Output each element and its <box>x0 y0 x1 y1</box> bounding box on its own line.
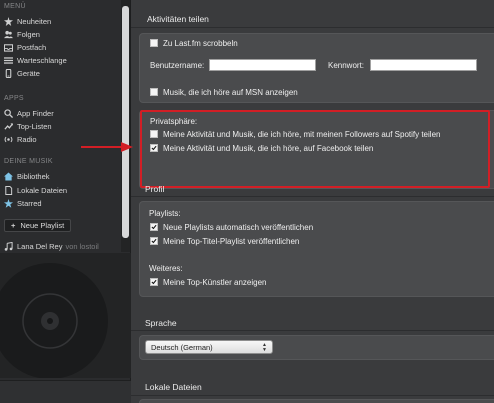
top-lists-icon <box>4 122 13 131</box>
local-files-heading: Lokale Dateien <box>145 382 202 392</box>
sidebar-item-starred[interactable]: Starred <box>4 197 118 209</box>
sidebar-item-label: Postfach <box>17 42 47 52</box>
inbox-icon <box>4 43 13 52</box>
sidebar-bottom-strip <box>0 380 131 403</box>
local-files-panel <box>139 399 494 403</box>
share-facebook-row[interactable]: Meine Aktivität und Musik, die ich höre,… <box>150 143 373 153</box>
now-playing-artist: Lana Del Rey <box>17 241 63 251</box>
new-playlist-label: Neue Playlist <box>20 221 65 230</box>
checkmark-icon <box>151 279 157 285</box>
auto-publish-row[interactable]: Neue Playlists automatisch veröffentlich… <box>150 222 313 232</box>
divider <box>131 395 494 396</box>
sidebar-item-label: App Finder <box>17 108 54 118</box>
lastfm-label: Zu Last.fm scrobbeln <box>163 38 238 48</box>
sidebar-scrollbar-thumb[interactable] <box>122 6 129 238</box>
checkmark-icon <box>151 224 157 230</box>
share-facebook-label: Meine Aktivität und Musik, die ich höre,… <box>163 143 374 153</box>
msn-label: Musik, die ich höre auf MSN anzeigen <box>163 87 298 97</box>
sidebar-item-label: Neuheiten <box>17 16 52 26</box>
share-facebook-checkbox[interactable] <box>150 144 158 152</box>
music-note-icon <box>4 241 13 251</box>
top-artists-checkbox[interactable] <box>150 278 158 286</box>
profile-heading: Profil <box>145 184 165 194</box>
privacy-heading: Privatsphäre: <box>150 117 198 126</box>
vinyl-disc-icon <box>0 263 108 378</box>
sidebar-nav: MENÜ Neuheiten Folgen Postfach Warteschl… <box>0 0 120 252</box>
plus-icon: + <box>11 221 16 230</box>
sidebar-item-lokale-dateien[interactable]: Lokale Dateien <box>4 184 118 196</box>
lastfm-checkbox[interactable] <box>150 39 158 47</box>
sidebar-item-neuheiten[interactable]: Neuheiten <box>4 15 118 27</box>
share-spotify-row[interactable]: Meine Aktivität und Musik, die ich höre,… <box>150 129 440 139</box>
section-heading-menu: MENÜ <box>4 3 26 10</box>
sidebar-item-label: Lokale Dateien <box>17 185 68 195</box>
sidebar-item-geraete[interactable]: Geräte <box>4 67 118 79</box>
sidebar-item-label: Warteschlange <box>17 55 67 65</box>
sidebar-item-label: Geräte <box>17 68 40 78</box>
language-selected-value: Deutsch (German) <box>151 342 213 352</box>
sidebar-item-postfach[interactable]: Postfach <box>4 41 118 53</box>
sidebar-item-app-finder[interactable]: App Finder <box>4 107 118 119</box>
section-heading-deine-musik: DEINE MUSIK <box>4 158 53 165</box>
annotation-arrow-icon <box>81 142 133 152</box>
checkmark-icon <box>151 145 157 151</box>
sidebar-item-bibliothek[interactable]: Bibliothek <box>4 170 118 182</box>
activities-heading: Aktivitäten teilen <box>147 14 209 24</box>
sidebar-item-warteschlange[interactable]: Warteschlange <box>4 54 118 66</box>
lastfm-row[interactable]: Zu Last.fm scrobbeln <box>150 38 238 48</box>
checkmark-icon <box>151 238 157 244</box>
msn-checkbox[interactable] <box>150 88 158 96</box>
sidebar-item-top-listen[interactable]: Top-Listen <box>4 120 118 132</box>
language-heading: Sprache <box>145 318 177 328</box>
share-spotify-checkbox[interactable] <box>150 130 158 138</box>
msn-row[interactable]: Musik, die ich höre auf MSN anzeigen <box>150 87 298 97</box>
top-tracks-label: Meine Top-Titel-Playlist veröffentlichen <box>163 236 300 246</box>
sidebar-item-label: Starred <box>17 198 42 208</box>
people-icon <box>4 30 13 39</box>
sidebar-item-label: Radio <box>17 134 37 144</box>
playlists-label: Playlists: <box>149 209 181 218</box>
divider <box>131 27 494 28</box>
album-cover-placeholder <box>0 253 131 378</box>
house-icon <box>4 171 13 181</box>
top-tracks-checkbox[interactable] <box>150 237 158 245</box>
section-heading-apps: APPS <box>4 95 24 102</box>
sidebar: MENÜ Neuheiten Folgen Postfach Warteschl… <box>0 0 131 403</box>
share-spotify-label: Meine Aktivität und Musik, die ich höre,… <box>163 129 441 139</box>
sidebar-item-label: Bibliothek <box>17 171 50 181</box>
queue-list-icon <box>4 56 13 65</box>
top-artists-row[interactable]: Meine Top-Künstler anzeigen <box>150 277 266 287</box>
now-playing-user: von lostoil <box>65 241 99 251</box>
now-playing-row[interactable]: Lana Del Rey von lostoil <box>4 240 118 252</box>
updown-arrows-icon: ▲ ▼ <box>262 342 267 353</box>
password-field[interactable] <box>370 59 477 71</box>
sidebar-item-label: Folgen <box>17 29 40 39</box>
sidebar-item-folgen[interactable]: Folgen <box>4 28 118 40</box>
radio-icon <box>4 135 13 144</box>
auto-publish-checkbox[interactable] <box>150 223 158 231</box>
more-label: Weiteres: <box>149 264 183 273</box>
new-playlist-button[interactable]: + Neue Playlist <box>4 219 71 232</box>
auto-publish-label: Neue Playlists automatisch veröffentlich… <box>163 222 314 232</box>
username-label: Benutzername: <box>150 61 205 70</box>
star-burst-icon <box>4 16 13 26</box>
top-tracks-row[interactable]: Meine Top-Titel-Playlist veröffentlichen <box>150 236 299 246</box>
sidebar-item-label: Top-Listen <box>17 121 52 131</box>
file-icon <box>4 185 13 195</box>
app-finder-icon <box>4 108 13 118</box>
divider <box>131 330 494 331</box>
language-select[interactable]: Deutsch (German) ▲ ▼ <box>145 340 273 354</box>
top-artists-label: Meine Top-Künstler anzeigen <box>163 277 267 287</box>
settings-main: Aktivitäten teilen Zu Last.fm scrobbeln … <box>131 0 494 403</box>
star-icon <box>4 198 13 208</box>
divider <box>131 196 494 197</box>
device-icon <box>4 68 13 78</box>
username-field[interactable] <box>209 59 316 71</box>
password-label: Kennwort: <box>328 61 365 70</box>
